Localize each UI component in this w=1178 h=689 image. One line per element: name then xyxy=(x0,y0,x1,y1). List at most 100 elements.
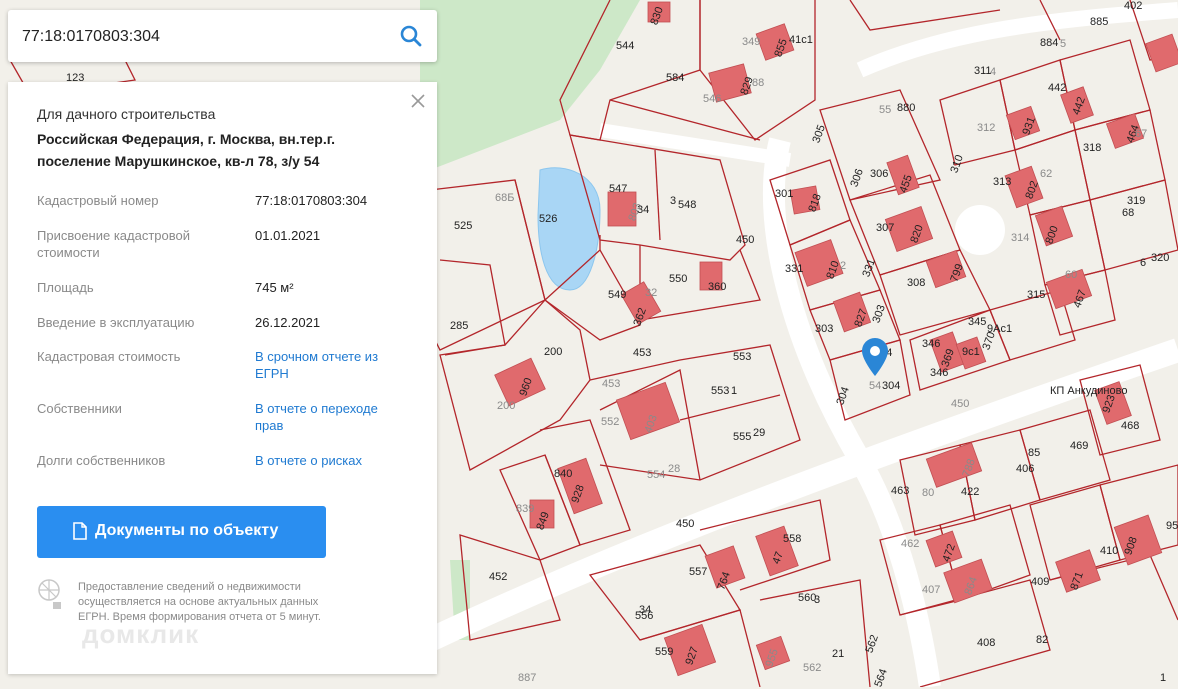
parcel-label: 4 xyxy=(990,66,997,78)
parcel-label: 301 xyxy=(775,188,794,200)
parcel-label: 462 xyxy=(901,538,920,550)
parcel-label: 34 xyxy=(639,604,652,616)
row-label: Присвоение кадастровой стоимости xyxy=(37,228,191,260)
parcel-label: 313 xyxy=(993,176,1012,188)
parcel-label: 469 xyxy=(1070,440,1089,452)
parcel-label: 3 xyxy=(814,594,821,606)
parcel-label: 80 xyxy=(922,487,935,499)
parcel-label: 463 xyxy=(891,485,910,497)
parcel-label: 95 xyxy=(1166,520,1178,532)
search-icon[interactable] xyxy=(397,22,425,50)
parcel-label: 55 xyxy=(879,104,892,116)
egrn-icon xyxy=(37,578,65,619)
cul-de-sac xyxy=(955,205,1005,255)
parcel-label: 28 xyxy=(668,463,681,475)
parcel-label: 559 xyxy=(655,646,674,658)
parcel-label: 3 xyxy=(670,195,677,207)
parcel-label: 32 xyxy=(645,287,658,299)
parcel-label: 68 xyxy=(1122,207,1135,219)
parcel-label: 319 xyxy=(1127,195,1146,207)
row-value: 77:18:0170803:304 xyxy=(255,193,368,208)
parcel-label: 526 xyxy=(539,213,558,225)
parcel-label: 453 xyxy=(633,347,652,359)
search-input[interactable] xyxy=(20,24,384,50)
parcel-label: 584 xyxy=(666,72,685,84)
parcel-label: 450 xyxy=(951,398,970,410)
parcel-label: 345 xyxy=(968,316,987,328)
search-bar xyxy=(8,10,437,62)
close-icon[interactable] xyxy=(409,92,427,110)
parcel-label: 840 xyxy=(554,468,573,480)
parcel-label: 453 xyxy=(602,378,621,390)
parcel-label: 546 xyxy=(703,93,722,105)
parcel-label: 408 xyxy=(977,637,996,649)
parcel-label: 41с1 xyxy=(789,34,813,46)
parcel-label: 304 xyxy=(882,380,901,392)
parcel-label: 331 xyxy=(785,263,804,275)
parcel-label: 1 xyxy=(1160,672,1167,684)
parcel-label: 29 xyxy=(753,427,766,439)
parcel-label: 308 xyxy=(907,277,926,289)
parcel-label: 885 xyxy=(1090,16,1109,28)
row-label: Долги собственников xyxy=(37,453,166,468)
row-value: 26.12.2021 xyxy=(255,315,321,330)
documents-button-label: Документы по объекту xyxy=(95,522,279,539)
parcel-label: 67 xyxy=(1135,128,1148,140)
parcel-label: 880 xyxy=(897,102,916,114)
parcel-label: 549 xyxy=(608,289,627,301)
parcel-label: 6 xyxy=(1140,257,1147,269)
property-address: Российская Федерация, г. Москва, вн.тер.… xyxy=(37,131,336,169)
parcel-label: 442 xyxy=(1048,82,1067,94)
parcel-label: 553 xyxy=(711,385,730,397)
documents-button[interactable]: Документы по объекту xyxy=(37,506,326,558)
ownership-report-link[interactable]: В отчете о переходе прав xyxy=(255,400,380,434)
parcel-label: 468 xyxy=(1121,420,1140,432)
parcel-label: 307 xyxy=(876,222,895,234)
parcel-label: 285 xyxy=(450,320,469,332)
parcel-label: КП Анкудиново xyxy=(1050,385,1128,397)
parcel-label: 552 xyxy=(601,416,620,428)
property-info-card: Для дачного строительства Российская Фед… xyxy=(8,82,437,674)
parcel-label: 1 xyxy=(731,385,738,397)
parcel-label: 887 xyxy=(518,672,537,684)
parcel-label: 884 xyxy=(1040,37,1059,49)
parcel-label: 2 xyxy=(840,260,847,272)
parcel-label: 406 xyxy=(1016,463,1035,475)
row-label: Введение в эксплуатацию xyxy=(37,315,195,330)
location-marker-icon[interactable] xyxy=(862,338,888,376)
parcel-label: 550 xyxy=(669,273,688,285)
parcel-label: 402 xyxy=(1124,0,1143,12)
parcel-label: 9с1 xyxy=(962,346,980,358)
parcel-label: 54 xyxy=(869,380,882,392)
parcel-label: 349 xyxy=(742,36,761,48)
parcel-label: 68Б xyxy=(495,192,515,204)
parcel-label: 88 xyxy=(752,77,765,89)
parcel-label: 303 xyxy=(815,323,834,335)
parcel-label: 82 xyxy=(1036,634,1049,646)
parcel-label: 60 xyxy=(1065,269,1078,281)
parcel-label: 346 xyxy=(922,338,941,350)
egrn-report-link[interactable]: В срочном отчете из ЕГРН xyxy=(255,348,385,382)
parcel-label: 452 xyxy=(489,571,508,583)
parcel-label: 85 xyxy=(1028,447,1041,459)
parcel-label: 346 xyxy=(930,367,949,379)
risk-report-link[interactable]: В отчете о рисках xyxy=(255,452,425,469)
row-value: 01.01.2021 xyxy=(255,228,321,243)
row-label: Площадь xyxy=(37,280,94,295)
parcel-label: 320 xyxy=(1151,252,1170,264)
parcel-label: 5 xyxy=(1060,38,1067,50)
parcel-label: 318 xyxy=(1083,142,1102,154)
row-label: Кадастровая стоимость xyxy=(37,349,181,364)
parcel-label: 547 xyxy=(609,183,628,195)
land-purpose: Для дачного строительства xyxy=(37,106,216,122)
parcel-label: 558 xyxy=(783,533,802,545)
parcel-label: 315 xyxy=(1027,289,1046,301)
parcel-label: 450 xyxy=(676,518,695,530)
parcel-label: 200 xyxy=(497,400,516,412)
document-icon xyxy=(73,522,87,540)
parcel-label: 311 xyxy=(974,65,992,77)
domclick-watermark: домклик xyxy=(82,619,200,649)
parcel-label: 422 xyxy=(961,486,980,498)
parcel-label: 306 xyxy=(870,168,889,180)
parcel-label: 557 xyxy=(689,566,708,578)
